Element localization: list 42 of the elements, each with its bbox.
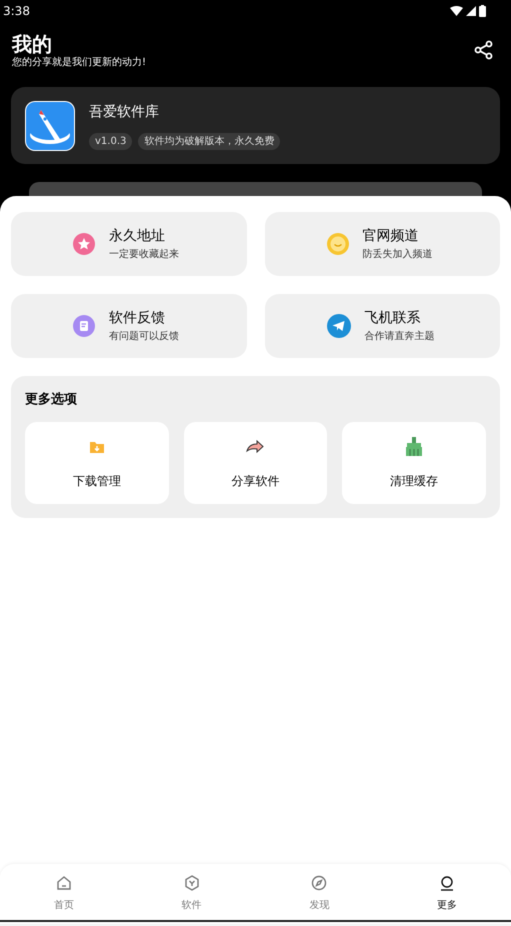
wifi-icon (450, 6, 463, 16)
signal-icon (466, 6, 476, 16)
home-icon (54, 874, 73, 892)
option-tile[interactable]: 分享软件 (184, 422, 328, 504)
smiley-icon (326, 233, 348, 255)
link-subtitle: 合作请直奔主题 (364, 330, 434, 343)
link-subtitle: 一定要收藏起来 (109, 248, 179, 261)
link-title: 永久地址 (109, 227, 166, 245)
version-tag: v1.0.3 (89, 132, 132, 150)
broom-icon (404, 436, 424, 458)
cube-icon (182, 874, 201, 892)
nav-tab[interactable]: 更多 (383, 864, 511, 920)
share-icon[interactable] (474, 40, 494, 60)
link-subtitle: 防丢失加入频道 (362, 248, 432, 261)
share-arrow-icon (245, 438, 266, 456)
feedback-icon (73, 315, 95, 337)
page-subtitle: 您的分享就是我们更新的动力! (12, 56, 146, 70)
nav-tab[interactable]: 发现 (256, 864, 384, 920)
nav-tab[interactable]: 首页 (0, 864, 128, 920)
section-title: 更多选项 (25, 391, 78, 409)
paper-plane-icon (326, 314, 350, 338)
battery-icon (479, 5, 486, 17)
option-label: 清理缓存 (390, 472, 438, 490)
nav-tab[interactable]: 软件 (128, 864, 256, 920)
option-label: 分享软件 (231, 472, 280, 490)
link-title: 官网频道 (362, 227, 420, 245)
link-title: 软件反馈 (109, 309, 166, 327)
link-title: 飞机联系 (364, 309, 422, 327)
link-subtitle: 有问题可以反馈 (109, 330, 179, 343)
tagline-tag: 软件均为破解版本，永久免费 (138, 132, 280, 150)
page-title: 我的 (12, 32, 53, 56)
link-card[interactable]: 飞机联系 合作请直奔主题 (264, 294, 500, 358)
app-name: 吾爱软件库 (89, 102, 160, 122)
app-logo-icon (25, 100, 75, 150)
option-tile[interactable]: 清理缓存 (342, 422, 486, 504)
link-card[interactable]: 永久地址 一定要收藏起来 (11, 212, 246, 276)
option-tile[interactable]: 下载管理 (25, 422, 169, 504)
link-card[interactable]: 软件反馈 有问题可以反馈 (11, 294, 246, 358)
status-time: 3:38 (3, 3, 30, 20)
compass-icon (310, 874, 328, 892)
option-label: 下载管理 (72, 472, 121, 490)
link-card[interactable]: 官网频道 防丢失加入频道 (264, 212, 500, 276)
